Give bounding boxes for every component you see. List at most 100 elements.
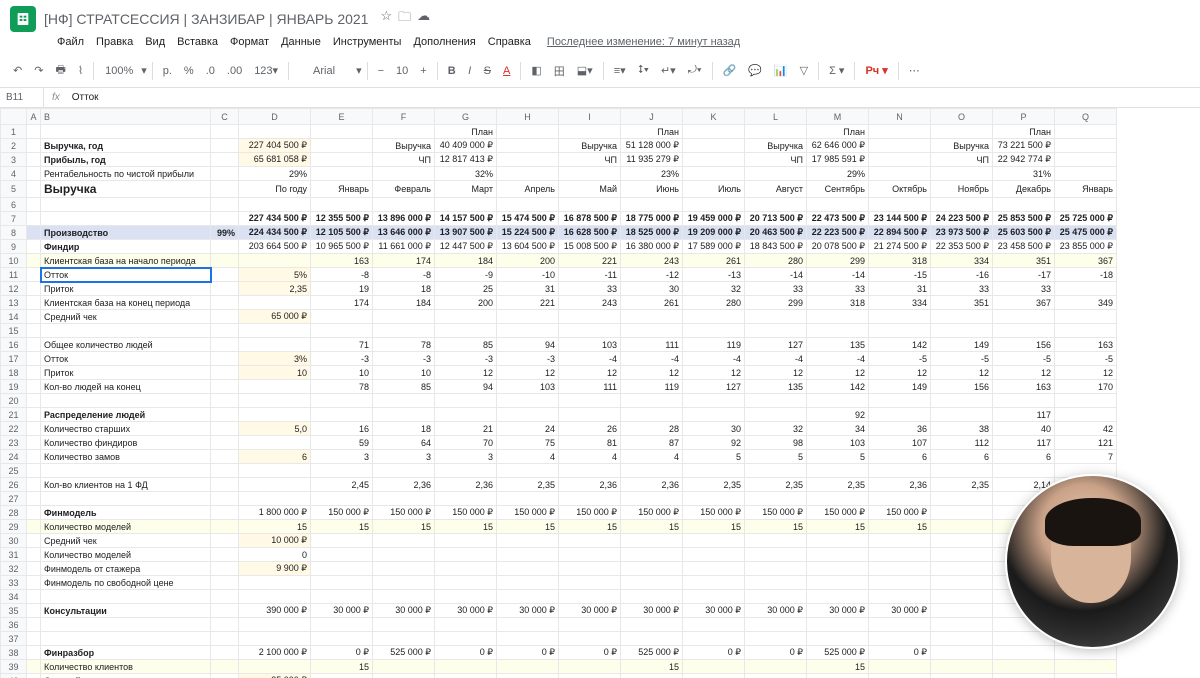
cell-J9[interactable]: 16 380 000 ₽ — [621, 240, 683, 254]
cell-P25[interactable] — [993, 464, 1055, 478]
cell-Q2[interactable] — [1055, 139, 1117, 153]
cell-C12[interactable] — [211, 282, 239, 296]
cell-F5[interactable]: Февраль — [373, 181, 435, 198]
cell-G31[interactable] — [435, 548, 497, 562]
cell-K35[interactable]: 30 000 ₽ — [683, 604, 745, 618]
cell-M21[interactable]: 92 — [807, 408, 869, 422]
cell-N25[interactable] — [869, 464, 931, 478]
cell-D25[interactable] — [239, 464, 311, 478]
cell-E40[interactable] — [311, 674, 373, 678]
cell-E2[interactable] — [311, 139, 373, 153]
explore-button[interactable]: Рч ▾ — [860, 61, 892, 80]
cell-O20[interactable] — [931, 394, 993, 408]
cell-I23[interactable]: 81 — [559, 436, 621, 450]
cell-B22[interactable]: Количество старших — [41, 422, 211, 436]
cell-O10[interactable]: 334 — [931, 254, 993, 268]
cell-B24[interactable]: Количество замов — [41, 450, 211, 464]
cell-M25[interactable] — [807, 464, 869, 478]
name-box[interactable]: B11 — [0, 88, 44, 107]
cell-E8[interactable]: 12 105 500 ₽ — [311, 226, 373, 240]
format-currency-button[interactable]: р. — [158, 62, 177, 80]
cell-C29[interactable] — [211, 520, 239, 534]
cell-I28[interactable]: 150 000 ₽ — [559, 506, 621, 520]
cell-N30[interactable] — [869, 534, 931, 548]
cell-D3[interactable]: 65 681 058 ₽ — [239, 153, 311, 167]
cell-P15[interactable] — [993, 324, 1055, 338]
cell-G20[interactable] — [435, 394, 497, 408]
star-icon[interactable]: ☆ — [380, 8, 392, 30]
cell-M14[interactable] — [807, 310, 869, 324]
cell-I4[interactable] — [559, 167, 621, 181]
row-header-24[interactable]: 24 — [1, 450, 27, 464]
cell-Q24[interactable]: 7 — [1055, 450, 1117, 464]
cell-C32[interactable] — [211, 562, 239, 576]
cell-I14[interactable] — [559, 310, 621, 324]
cell-C31[interactable] — [211, 548, 239, 562]
cell-K14[interactable] — [683, 310, 745, 324]
cell-I31[interactable] — [559, 548, 621, 562]
cell-N40[interactable] — [869, 674, 931, 678]
cell-B37[interactable] — [41, 632, 211, 646]
cell-N20[interactable] — [869, 394, 931, 408]
cell-O16[interactable]: 149 — [931, 338, 993, 352]
cell-H9[interactable]: 13 604 500 ₽ — [497, 240, 559, 254]
cell-I22[interactable]: 26 — [559, 422, 621, 436]
cell-F13[interactable]: 184 — [373, 296, 435, 310]
cell-F11[interactable]: -8 — [373, 268, 435, 282]
cell-N28[interactable]: 150 000 ₽ — [869, 506, 931, 520]
cell-J38[interactable]: 525 000 ₽ — [621, 646, 683, 660]
cell-K29[interactable]: 15 — [683, 520, 745, 534]
cell-H11[interactable]: -10 — [497, 268, 559, 282]
font-size-input[interactable]: 10 — [391, 62, 413, 80]
cell-L30[interactable] — [745, 534, 807, 548]
cell-O1[interactable] — [931, 125, 993, 139]
cell-B29[interactable]: Количество моделей — [41, 520, 211, 534]
cell-I2[interactable]: Выручка — [559, 139, 621, 153]
cell-B14[interactable]: Средний чек — [41, 310, 211, 324]
cell-P2[interactable]: 73 221 500 ₽ — [993, 139, 1055, 153]
rotate-button[interactable]: ⤾▾ — [683, 61, 707, 80]
cell-J5[interactable]: Июнь — [621, 181, 683, 198]
cell-Q10[interactable]: 367 — [1055, 254, 1117, 268]
cell-O36[interactable] — [931, 618, 993, 632]
cell-I34[interactable] — [559, 590, 621, 604]
cell-F23[interactable]: 64 — [373, 436, 435, 450]
cell-D15[interactable] — [239, 324, 311, 338]
cell-K39[interactable] — [683, 660, 745, 674]
cell-B33[interactable]: Финмодель по свободной цене — [41, 576, 211, 590]
cell-G14[interactable] — [435, 310, 497, 324]
cell-C11[interactable] — [211, 268, 239, 282]
cell-L36[interactable] — [745, 618, 807, 632]
cell-E28[interactable]: 150 000 ₽ — [311, 506, 373, 520]
cell-H38[interactable]: 0 ₽ — [497, 646, 559, 660]
cell-I6[interactable] — [559, 198, 621, 212]
cell-D7[interactable]: 227 434 500 ₽ — [239, 212, 311, 226]
cell-E22[interactable]: 16 — [311, 422, 373, 436]
cell-B23[interactable]: Количество финдиров — [41, 436, 211, 450]
cell-C1[interactable] — [211, 125, 239, 139]
cell-N9[interactable]: 21 274 500 ₽ — [869, 240, 931, 254]
cell-F19[interactable]: 85 — [373, 380, 435, 394]
cell-P20[interactable] — [993, 394, 1055, 408]
row-header-1[interactable]: 1 — [1, 125, 27, 139]
cell-M1[interactable]: План — [807, 125, 869, 139]
col-header-J[interactable]: J — [621, 109, 683, 125]
cell-H34[interactable] — [497, 590, 559, 604]
increase-decimal-button[interactable]: .00 — [222, 62, 247, 80]
cell-K9[interactable]: 17 589 000 ₽ — [683, 240, 745, 254]
cell-B19[interactable]: Кол-во людей на конец — [41, 380, 211, 394]
cell-M4[interactable]: 29% — [807, 167, 869, 181]
cell-O34[interactable] — [931, 590, 993, 604]
cell-C8[interactable]: 99% — [211, 226, 239, 240]
cell-K6[interactable] — [683, 198, 745, 212]
cell-M9[interactable]: 20 078 500 ₽ — [807, 240, 869, 254]
cell-F15[interactable] — [373, 324, 435, 338]
cell-B28[interactable]: Финмодель — [41, 506, 211, 520]
cell-M28[interactable]: 150 000 ₽ — [807, 506, 869, 520]
cell-M11[interactable]: -14 — [807, 268, 869, 282]
cell-N22[interactable]: 36 — [869, 422, 931, 436]
cell-F2[interactable]: Выручка — [373, 139, 435, 153]
menu-файл[interactable]: Файл — [52, 34, 89, 50]
cell-B5[interactable]: Выручка — [41, 181, 211, 198]
cell-K21[interactable] — [683, 408, 745, 422]
